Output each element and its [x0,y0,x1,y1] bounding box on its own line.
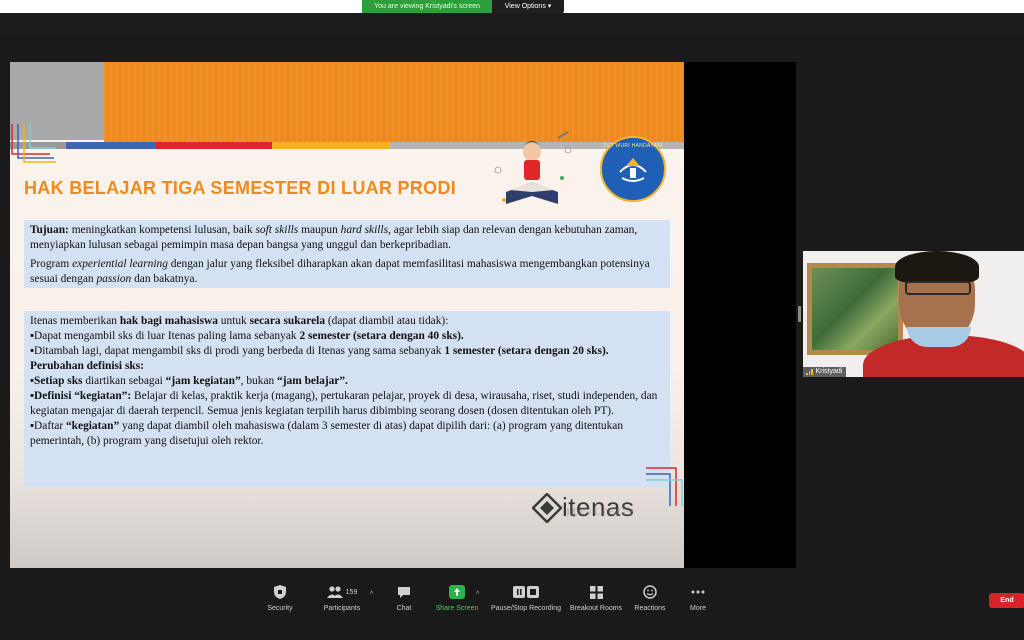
pause-stop-icon [513,586,539,598]
rights-bullet-2: ▪Ditambah lagi, dapat mengambil sks di p… [30,344,664,359]
window-header [0,13,1024,35]
rights-intro-b: hak bagi mahasiswa [119,315,218,327]
experiential-learning-text: experiential learning [72,258,168,270]
objective-paragraph: Tujuan: meningkatkan kompetensi lulusan,… [30,223,664,253]
participant-name: Kristyadi [815,368,843,375]
logo-ring-text: TUT WURI HANDAYANI [603,143,663,149]
sks-bullet-2-a: ▪Definisi “kegiatan”: [30,390,132,402]
share-screen-icon [449,585,465,599]
participant-name-tag: Kristyadi [803,367,847,377]
share-screen-button[interactable]: Share Screen [419,582,495,612]
signal-strength-icon [806,368,813,375]
objective-text-box: Tujuan: meningkatkan kompetensi lulusan,… [24,220,670,288]
more-dots-icon [691,590,705,594]
sks-bullet-1-b: diartikan sebagai [82,375,166,387]
sks-bullet-1: ▪Setiap sks diartikan sebagai “jam kegia… [30,374,664,389]
sks-heading-text: Perubahan definisi sks: [30,360,144,372]
end-meeting-button[interactable]: End [989,593,1024,608]
pause-stop-recording-label: Pause/Stop Recording [490,605,562,612]
participants-icon [326,586,343,598]
tut-wuri-handayani-logo: TUT WURI HANDAYANI [600,136,666,202]
share-screen-caret-icon[interactable]: ^ [476,591,479,598]
rights-intro-e: (dapat diambil atau tidak): [325,315,449,327]
view-options-label: View Options [504,3,546,10]
sks-bullet-1-e: “jam belajar”. [277,375,348,387]
objective-label: Tujuan: [30,224,69,236]
decorative-lines-icon [11,124,56,163]
passion-text: passion [96,273,132,285]
panel-resize-handle[interactable] [798,306,801,322]
sks-bullet-3: ▪Daftar “kegiatan” yang dapat diambil ol… [30,419,664,449]
bullet-1-b: 2 semester (setara dengan 40 sks). [299,330,464,342]
more-label: More [690,605,706,612]
sks-bullet-3-b: “kegiatan” [65,420,120,432]
participant-mask [907,327,971,347]
bullet-1-a: ▪Dapat mengambil sks di luar Itenas pali… [30,330,300,342]
sks-bullet-1-d: , bukan [240,375,278,387]
rights-intro-c: untuk [217,315,250,327]
share-screen-label: Share Screen [435,605,479,612]
shield-icon [274,585,286,599]
slide-color-stripes [10,142,684,149]
rights-intro-a: Itenas memberikan [30,315,120,327]
view-options-button[interactable]: View Options ▾ [492,0,564,13]
chat-bubble-icon [398,586,410,598]
program-text-3: dan bakatnya. [131,273,198,285]
decorative-lines-bottom-icon [646,467,683,506]
itenas-wordmark-reflection: itenas [565,505,635,520]
smiley-icon [643,585,657,599]
program-text-1: Program [30,258,73,270]
sks-bullet-2: ▪Definisi “kegiatan”: Belajar di kelas, … [30,389,664,419]
program-paragraph: Program experiential learning dengan jal… [30,257,664,287]
shared-screen: HAK BELAJAR TIGA SEMESTER DI LUAR PRODI … [10,62,796,568]
itenas-diamond-icon [532,492,562,523]
wall-painting [807,263,903,355]
participant-glasses [905,281,971,295]
more-button[interactable]: More [660,582,736,612]
slide-title: HAK BELAJAR TIGA SEMESTER DI LUAR PRODI [24,178,457,198]
objective-text-2: maupun [298,224,341,236]
participant-hair [895,251,979,283]
bullet-2-a: ▪Ditambah lagi, dapat mengambil sks di p… [30,345,445,357]
sks-bullet-3-c: yang dapat diambil oleh mahasiswa (dalam… [30,420,624,447]
emblem-icon [619,158,647,182]
rights-bullet-1: ▪Dapat mengambil sks di luar Itenas pali… [30,329,664,344]
participants-count: 159 [345,588,358,596]
sks-bullet-1-a: ▪Setiap sks [30,375,83,387]
viewing-status-text: You are viewing Kristyadi's screen [362,0,492,13]
sks-bullet-3-a: ▪Daftar [30,420,66,432]
pause-stop-recording-button[interactable]: Pause/Stop Recording [488,582,564,612]
breakout-rooms-icon [589,585,603,599]
meeting-toolbar: Security 159 Participants ^ Chat Share S… [0,576,1024,640]
rights-text-box: Itenas memberikan hak bagi mahasiswa unt… [24,311,670,487]
sks-definition-heading: Perubahan definisi sks: [30,359,664,374]
rights-intro-d: secara sukarela [249,315,326,327]
sks-bullet-1-c: “jam kegiatan” [165,375,241,387]
presentation-slide: HAK BELAJAR TIGA SEMESTER DI LUAR PRODI … [10,62,684,568]
viewing-banner: You are viewing Kristyadi's screen View … [362,0,564,13]
bullet-2-b: 1 semester (setara dengan 20 sks). [444,345,609,357]
rights-intro: Itenas memberikan hak bagi mahasiswa unt… [30,314,664,329]
participant-video-tile[interactable]: Kristyadi [803,251,1024,377]
soft-skills-text: soft skills [255,224,299,236]
hard-skills-text: hard skills [340,224,388,236]
reading-student-icon [494,131,572,204]
slide-orange-header [104,62,684,142]
zoom-meeting-window: You are viewing Kristyadi's screen View … [0,0,1024,640]
objective-text-1: meningkatkan kompetensi lulusan, baik [68,224,256,236]
